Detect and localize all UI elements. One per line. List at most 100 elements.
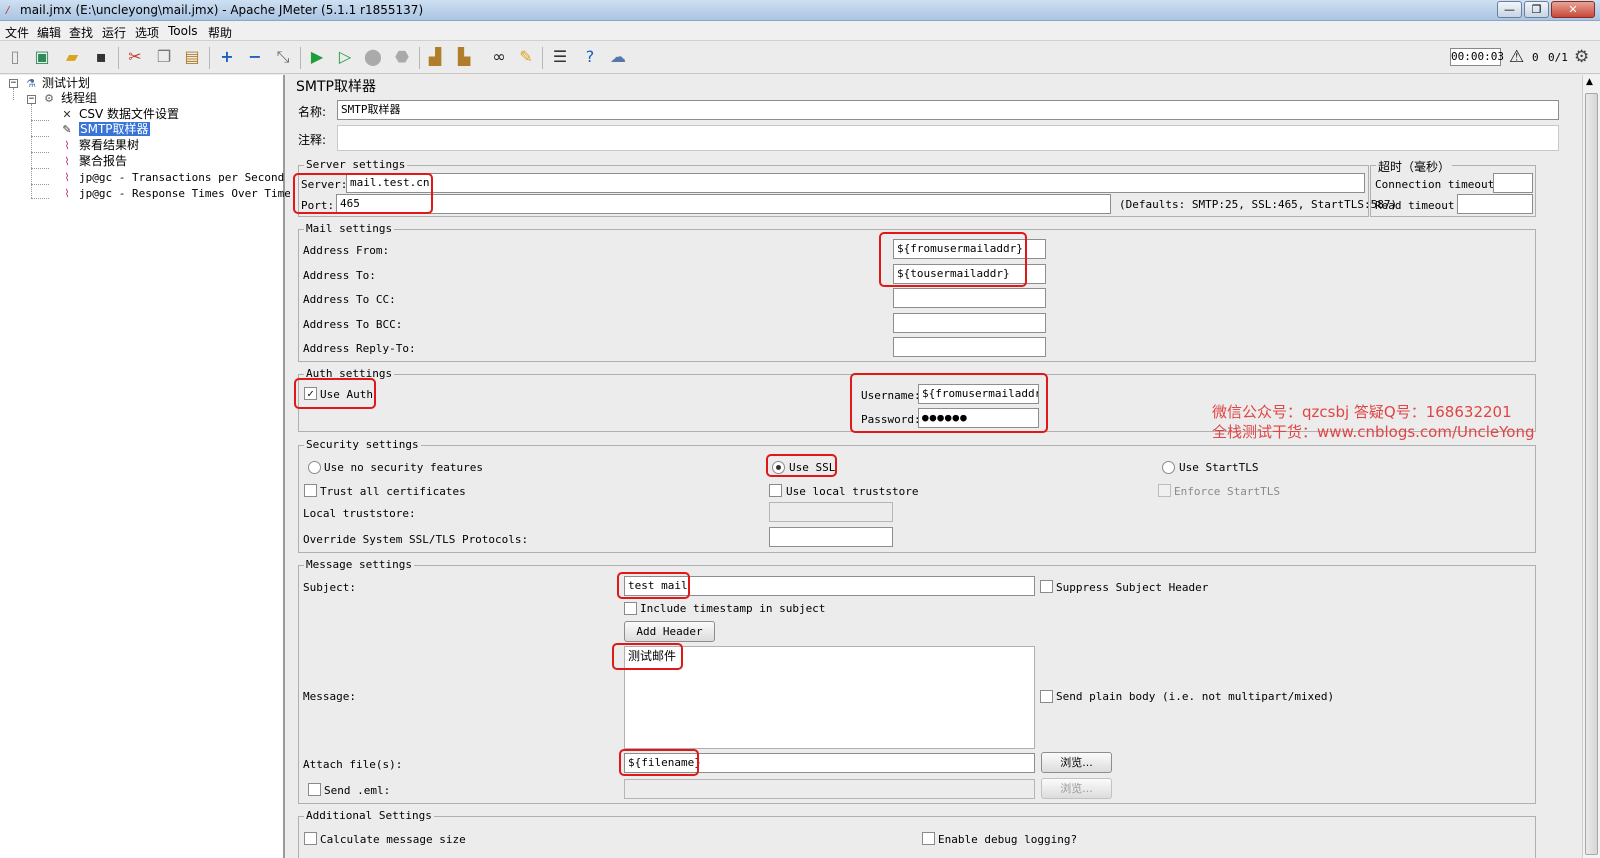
enforce-starttls-checkbox[interactable] — [1158, 484, 1171, 497]
address-to-label: Address To: — [303, 269, 376, 282]
tree-item-aggregate-report[interactable]: 聚合报告 — [79, 154, 127, 169]
sampler-pen-icon: ✎ — [62, 123, 72, 136]
toolbar-separator — [209, 47, 210, 69]
cut-icon[interactable]: ✂ — [124, 46, 146, 68]
subject-field[interactable]: test mail — [624, 576, 1035, 596]
clear-icon[interactable]: ▟ — [424, 46, 446, 68]
close-button[interactable]: ✕ — [1551, 1, 1595, 18]
menu-options[interactable]: 选项 — [135, 24, 159, 41]
include-timestamp-checkbox[interactable] — [624, 602, 637, 615]
suppress-subject-checkbox[interactable] — [1040, 580, 1053, 593]
warning-icon[interactable]: ⚠ — [1509, 47, 1524, 67]
watermark-line-1: 微信公众号：qzcsbj 答疑Q号：168632201 — [1212, 403, 1512, 421]
local-truststore-checkbox[interactable] — [769, 484, 782, 497]
override-protocols-field[interactable] — [769, 527, 893, 547]
remote-icon[interactable]: ☁ — [607, 46, 629, 68]
send-eml-checkbox[interactable] — [308, 783, 321, 796]
use-auth-checkbox[interactable]: ✓ — [304, 387, 317, 400]
local-truststore-checkbox-label: Use local truststore — [786, 485, 919, 498]
name-field[interactable]: SMTP取样器 — [337, 100, 1559, 120]
maximize-button[interactable]: ❐ — [1524, 1, 1549, 18]
tree-item-response-times-graph[interactable]: jp@gc - Response Times Over Time — [79, 186, 291, 201]
no-security-radio[interactable] — [308, 461, 321, 474]
password-field[interactable]: ●●●●●● — [918, 408, 1039, 428]
toggle-icon[interactable]: ⤡ — [272, 46, 294, 68]
mail-settings-legend: Mail settings — [304, 222, 395, 235]
help-icon[interactable]: ? — [579, 46, 601, 68]
vertical-scrollbar[interactable]: ▲ — [1582, 75, 1600, 858]
tree-item-thread-group[interactable]: 线程组 — [61, 91, 97, 106]
debug-logging-label: Enable debug logging? — [938, 833, 1078, 846]
message-body-textarea[interactable]: 测试邮件 — [624, 646, 1035, 749]
use-ssl-radio[interactable] — [772, 461, 785, 474]
local-truststore-field[interactable] — [769, 502, 893, 522]
tree-item-results-tree[interactable]: 察看结果树 — [79, 138, 139, 153]
shutdown-icon[interactable]: ⬣ — [391, 46, 413, 68]
test-plan-tree: − ⚗ 测试计划 − ⚙ 线程组 ✕ CSV 数据文件设置 ✎ SMTP取样器 … — [0, 75, 291, 858]
tree-item-test-plan[interactable]: 测试计划 — [42, 76, 90, 91]
reset-search-icon[interactable]: ✎ — [515, 46, 537, 68]
address-cc-field[interactable] — [893, 288, 1046, 308]
start-no-pauses-icon[interactable]: ▷ — [334, 46, 356, 68]
search-binoculars-icon[interactable]: ∞ — [488, 46, 510, 68]
tree-guide — [13, 88, 14, 100]
username-field[interactable]: ${fromusermailaddr} — [918, 384, 1039, 404]
address-cc-label: Address To CC: — [303, 293, 396, 306]
clear-all-icon[interactable]: ▙ — [453, 46, 475, 68]
use-starttls-radio[interactable] — [1162, 461, 1175, 474]
send-plain-body-checkbox[interactable] — [1040, 690, 1053, 703]
tree-item-smtp-sampler[interactable]: SMTP取样器 — [79, 122, 150, 137]
toolbar-separator — [118, 47, 119, 69]
no-security-label: Use no security features — [324, 461, 483, 474]
start-icon[interactable]: ▶ — [306, 46, 328, 68]
scroll-up-arrow-icon[interactable]: ▲ — [1586, 77, 1593, 87]
save-icon[interactable]: ▪ — [90, 46, 112, 68]
address-from-field[interactable]: ${fromusermailaddr} — [893, 239, 1046, 259]
collapse-icon[interactable]: − — [244, 46, 266, 68]
menu-tools[interactable]: Tools — [168, 24, 198, 38]
function-helper-icon[interactable]: ☰ — [549, 46, 571, 68]
expand-toggle[interactable]: − — [9, 79, 18, 88]
read-timeout-field[interactable] — [1457, 194, 1533, 214]
menu-search[interactable]: 查找 — [69, 24, 93, 41]
expand-icon[interactable]: + — [216, 46, 238, 68]
connection-timeout-field[interactable] — [1493, 173, 1533, 193]
address-reply-to-field[interactable] — [893, 337, 1046, 357]
open-folder-icon[interactable]: ▰ — [61, 46, 83, 68]
templates-icon[interactable]: ▣ — [31, 46, 53, 68]
expand-toggle[interactable]: − — [27, 95, 36, 104]
add-header-button[interactable]: Add Header — [624, 621, 715, 642]
minimize-button[interactable]: — — [1497, 1, 1522, 18]
calculate-size-checkbox[interactable] — [304, 832, 317, 845]
scrollbar-thumb[interactable] — [1585, 93, 1598, 855]
trust-all-label: Trust all certificates — [320, 485, 466, 498]
tree-item-selected-label: SMTP取样器 — [79, 122, 150, 136]
browse-eml-button[interactable]: 浏览... — [1041, 778, 1112, 799]
menu-edit[interactable]: 编辑 — [37, 24, 61, 41]
comment-field[interactable] — [337, 125, 1559, 151]
browse-attach-button[interactable]: 浏览... — [1041, 752, 1112, 773]
port-field[interactable]: 465 — [336, 194, 1111, 214]
debug-logging-checkbox[interactable] — [922, 832, 935, 845]
tree-item-tps-graph[interactable]: jp@gc - Transactions per Second — [79, 170, 284, 185]
address-bcc-field[interactable] — [893, 313, 1046, 333]
copy-icon[interactable]: ❐ — [153, 46, 175, 68]
stop-icon[interactable]: ⬤ — [362, 46, 384, 68]
radio-selected-dot — [776, 465, 781, 470]
message-label: Message: — [303, 690, 356, 703]
trust-all-checkbox[interactable] — [304, 484, 317, 497]
send-eml-field[interactable] — [624, 779, 1035, 799]
listener-chart-icon: ⌇ — [64, 155, 70, 168]
menu-file[interactable]: 文件 — [5, 24, 29, 41]
server-field[interactable]: mail.test.cn — [346, 173, 1365, 193]
error-count: 0 — [1532, 51, 1539, 64]
paste-icon[interactable]: ▤ — [181, 46, 203, 68]
username-label: Username: — [861, 389, 921, 402]
use-starttls-label: Use StartTLS — [1179, 461, 1259, 474]
menu-run[interactable]: 运行 — [102, 24, 126, 41]
attach-files-field[interactable]: ${filename} — [624, 753, 1035, 773]
address-to-field[interactable]: ${tousermailaddr} — [893, 264, 1046, 284]
tree-item-csv-config[interactable]: CSV 数据文件设置 — [79, 107, 179, 122]
menu-help[interactable]: 帮助 — [208, 24, 232, 41]
new-file-icon[interactable]: ▯ — [4, 46, 26, 68]
